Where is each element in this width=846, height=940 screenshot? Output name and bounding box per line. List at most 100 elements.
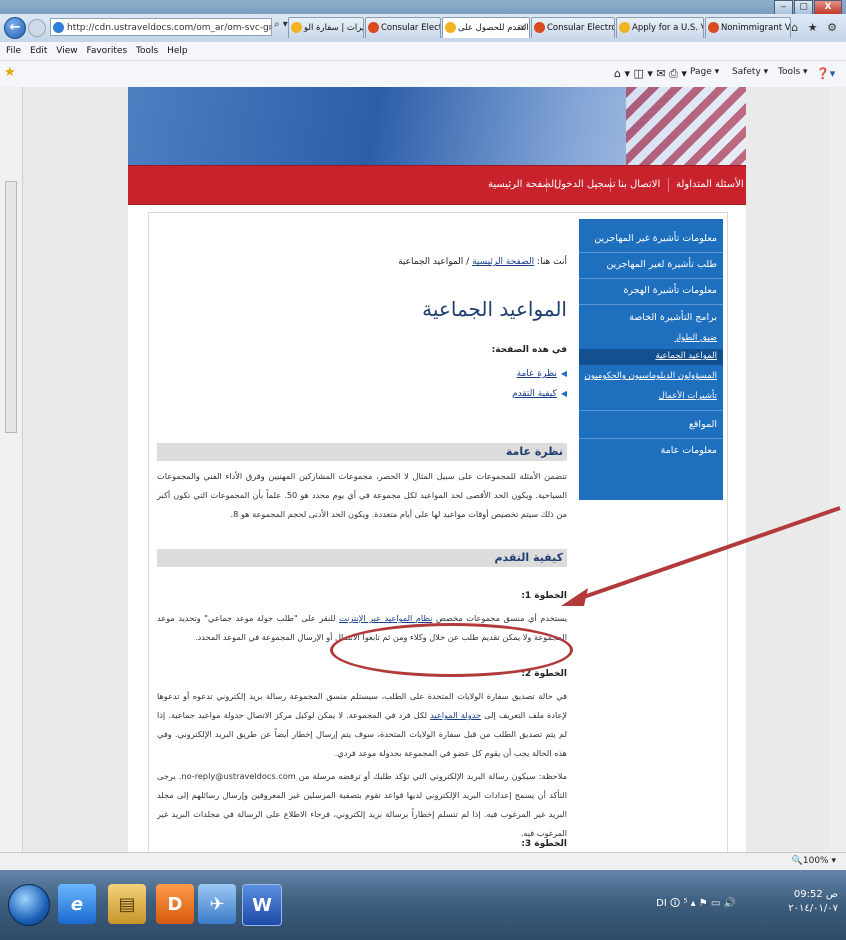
- file-explorer-icon[interactable]: ▤: [108, 884, 146, 924]
- nav-faq[interactable]: الأسئلة المتداولة: [676, 179, 744, 190]
- toc-item-how-to-apply[interactable]: ◀كيفية التقدم: [512, 389, 567, 399]
- address-text: http://cdn.ustraveldocs.com/om_ar/om-svc…: [67, 23, 272, 33]
- address-bar[interactable]: http://cdn.ustraveldocs.com/om_ar/om-svc…: [50, 18, 272, 36]
- page-menu[interactable]: Page ▾: [690, 67, 719, 77]
- tab-favicon-icon: [534, 22, 545, 33]
- step-1-heading: الخطوة 1:: [521, 591, 567, 601]
- tab-label: Nonimmigrant Vis...: [721, 23, 791, 33]
- tab-6[interactable]: Nonimmigrant Vis...: [705, 17, 791, 38]
- tab-5[interactable]: Apply for a U.S. Vis...: [616, 17, 704, 38]
- toc-link[interactable]: كيفية التقدم: [512, 389, 557, 399]
- page-viewport: الأسئلة المتداولة الاتصال بنا تسجيل الدخ…: [23, 87, 846, 852]
- toc-item-overview[interactable]: ◀نظرة عامة: [517, 369, 567, 379]
- start-button[interactable]: [8, 884, 50, 926]
- maximize-button[interactable]: ▢: [794, 0, 813, 15]
- system-tray-icons[interactable]: DI 🛈 ⁵ ▴ ⚑ ▭ 🔊: [656, 896, 736, 913]
- internet-explorer-icon[interactable]: e: [58, 884, 96, 924]
- tab-1[interactable]: التأشيرات | سفارة الو...: [288, 17, 364, 38]
- browser-nav-bar: ← http://cdn.ustraveldocs.com/om_ar/om-s…: [0, 14, 846, 42]
- nav-home[interactable]: الصفحة الرئيسية: [488, 179, 557, 190]
- step-1-text: يستخدم أي منسق مجموعات مخصص: [435, 613, 567, 623]
- section-heading-text: نظرة عامة: [505, 445, 563, 458]
- orange-app-icon[interactable]: D: [156, 884, 194, 924]
- tab-2[interactable]: Consular Electroni...: [365, 17, 441, 38]
- windows-taskbar: e ▤ D ✈ W DI 🛈 ⁵ ▴ ⚑ ▭ 🔊 09:52 ص ٢٠١٤/٠١…: [0, 870, 846, 940]
- section-heading-text: كيفية التقدم: [494, 551, 563, 564]
- tab-label: Consular Electroni...: [547, 23, 614, 33]
- sidebar-item-nonimmigrant-apply[interactable]: طلب تأشيرة لغير المهاجرين: [606, 259, 717, 270]
- sidebar-item-special-programs[interactable]: برامج التأشيرة الخاصة: [629, 312, 717, 323]
- breadcrumb: أنت هنا: الصفحة الرئيسية / المواعيد الجم…: [398, 257, 567, 267]
- tab-favicon-icon: [619, 22, 630, 33]
- tools-menu[interactable]: Tools ▾: [778, 67, 808, 77]
- nav-login[interactable]: تسجيل الدخول: [554, 179, 616, 190]
- ie-page-icon: [53, 22, 64, 33]
- menu-bar: File Edit View Favorites Tools Help: [0, 42, 846, 61]
- overview-paragraph: تتضمن الأمثلة للمجموعات على سبيل المثال …: [157, 471, 567, 519]
- sidebar-item-immigrant-info[interactable]: معلومات تأشيرة الهجرة: [623, 285, 717, 296]
- flag-stripes-decoration: [626, 87, 746, 165]
- menu-view[interactable]: View: [56, 46, 77, 56]
- close-window-button[interactable]: X: [814, 0, 842, 15]
- section-heading-overview: نظرة عامة: [157, 443, 567, 461]
- status-bar: 🔍100% ▾: [0, 852, 846, 871]
- favorites-star-icon[interactable]: ★: [4, 65, 16, 80]
- messenger-app-icon[interactable]: ✈: [198, 884, 236, 924]
- sidebar-divider: [579, 438, 723, 439]
- tab-label: Apply for a U.S. Vis...: [632, 23, 703, 33]
- tab-close-icon[interactable]: ✕: [519, 18, 526, 38]
- menu-file[interactable]: File: [6, 46, 21, 56]
- nav-divider: [668, 178, 669, 192]
- minimize-button[interactable]: ‒: [774, 0, 793, 15]
- safety-menu[interactable]: Safety ▾: [732, 67, 768, 77]
- forward-button[interactable]: [28, 19, 46, 37]
- microsoft-word-icon[interactable]: W: [242, 884, 282, 926]
- clock-time: 09:52 ص: [793, 889, 838, 900]
- menu-favorites[interactable]: Favorites: [86, 46, 127, 56]
- vertical-scrollbar[interactable]: [0, 87, 23, 852]
- scrollbar-thumb[interactable]: [5, 181, 17, 433]
- webpage: الأسئلة المتداولة الاتصال بنا تسجيل الدخ…: [128, 87, 746, 852]
- online-appointment-system-link[interactable]: نظام المواعيد عبر الإنترنت: [339, 613, 432, 623]
- breadcrumb-current: / المواعيد الجماعية: [398, 257, 470, 267]
- breadcrumb-home-link[interactable]: الصفحة الرئيسية: [472, 257, 534, 267]
- sidebar-divider: [579, 252, 723, 253]
- right-scroll-area: [830, 87, 846, 852]
- tab-4[interactable]: Consular Electroni...: [531, 17, 615, 38]
- main-article: أنت هنا: الصفحة الرئيسية / المواعيد الجم…: [157, 219, 567, 849]
- schedule-appointments-link[interactable]: جدولة المواعيد: [430, 710, 481, 720]
- sidebar-divider: [579, 304, 723, 305]
- tab-3-active[interactable]: التقدم للحصول على... ✕: [442, 17, 530, 38]
- menu-help[interactable]: Help: [167, 46, 188, 56]
- step-2-paragraph: في حالة تصديق سفارة الولايات المتحدة على…: [157, 687, 567, 763]
- sidebar-item-locations[interactable]: المواقع: [689, 419, 717, 430]
- highlight-oval: [330, 623, 573, 677]
- back-arrow-icon: ←: [9, 20, 21, 35]
- nav-contact[interactable]: الاتصال بنا: [618, 179, 660, 190]
- help-icon[interactable]: ❓▾: [816, 67, 835, 80]
- menu-tools[interactable]: Tools: [136, 46, 158, 56]
- tab-favicon-icon: [708, 22, 719, 33]
- sidebar-item-general-info[interactable]: معلومات عامة: [661, 445, 717, 456]
- toc-link[interactable]: نظرة عامة: [517, 369, 557, 379]
- sidebar-subitem-group-appointments[interactable]: المواعيد الجماعية: [655, 351, 717, 361]
- home-feeds-mail-print-icons[interactable]: ⌂ ▾ ◫ ▾ ✉ ⎙ ▾: [614, 67, 687, 81]
- sidebar-item-nonimmigrant-info[interactable]: معلومات تأشيرة غير المهاجرين: [594, 233, 717, 244]
- in-page-label: في هذه الصفحة:: [491, 345, 567, 355]
- clock-date: ٢٠١٤/٠١/٠٧: [788, 903, 838, 914]
- breadcrumb-prefix: أنت هنا:: [537, 257, 567, 267]
- site-banner: [128, 87, 746, 165]
- system-clock[interactable]: 09:52 ص ٢٠١٤/٠١/٠٧: [788, 888, 838, 916]
- sidebar-divider: [579, 278, 723, 279]
- zoom-control[interactable]: 🔍100% ▾: [792, 856, 836, 866]
- menu-edit[interactable]: Edit: [30, 46, 47, 56]
- window-title-bar: ‒ ▢ X: [0, 0, 846, 15]
- sidebar-subitem-diplomats[interactable]: المسؤولون الدبلوماسيون والحكوميون: [585, 371, 717, 381]
- sidebar-subitem-emergency[interactable]: ضبق الطوار: [675, 333, 717, 343]
- sidebar-subitem-business-visas[interactable]: تأشيرات الأعمال: [659, 391, 717, 401]
- command-bar: ★ ⌂ ▾ ◫ ▾ ✉ ⎙ ▾ Page ▾ Safety ▾ Tools ▾ …: [0, 61, 846, 88]
- site-nav-bar: الأسئلة المتداولة الاتصال بنا تسجيل الدخ…: [128, 165, 746, 205]
- sidebar-menu: معلومات تأشيرة غير المهاجرين طلب تأشيرة …: [579, 219, 723, 500]
- back-button[interactable]: ←: [4, 17, 26, 39]
- home-favorites-tools-icons[interactable]: ⌂ ★ ⚙: [791, 21, 840, 34]
